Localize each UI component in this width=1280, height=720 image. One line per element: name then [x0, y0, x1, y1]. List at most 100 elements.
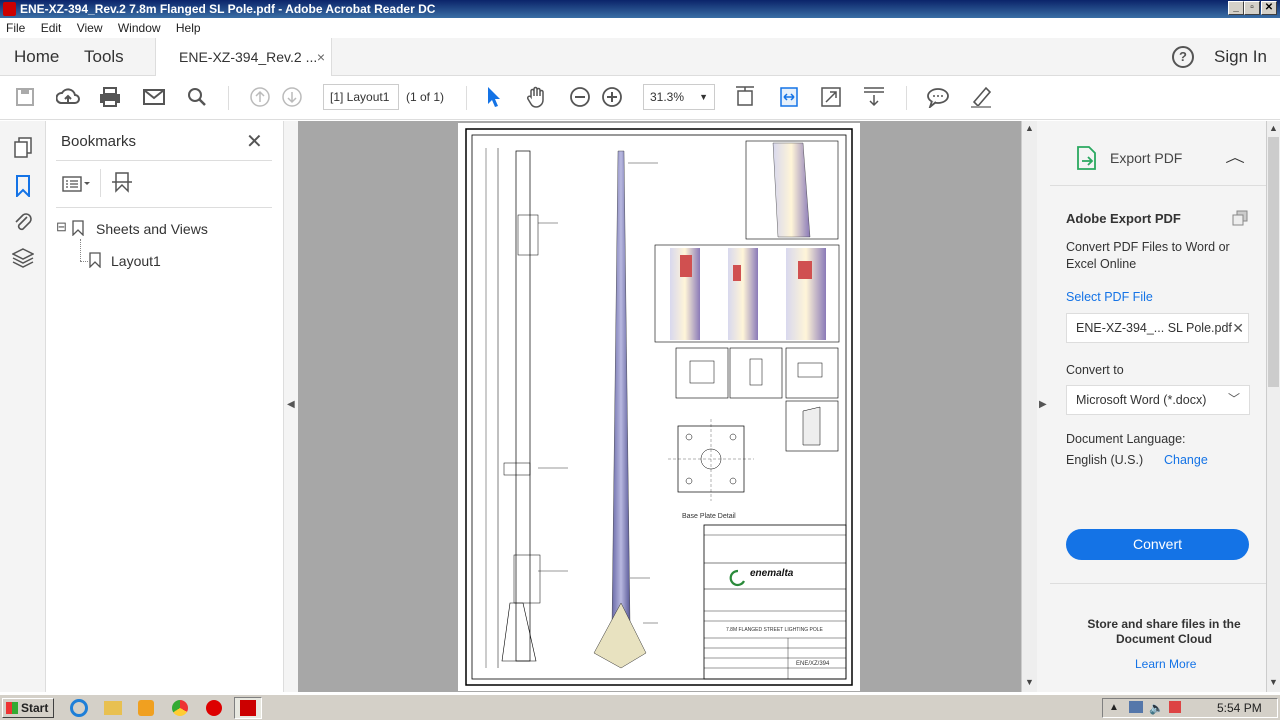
panel-divider [56, 207, 272, 208]
folder-icon[interactable] [104, 701, 122, 715]
volume-icon[interactable]: 🔈 [1149, 699, 1164, 717]
hand-tool-icon[interactable] [524, 84, 550, 110]
save-icon[interactable] [12, 84, 38, 110]
left-splitter[interactable]: ◀ [284, 121, 298, 692]
next-page-icon[interactable] [279, 84, 305, 110]
menu-view[interactable]: View [77, 21, 103, 35]
comment-icon[interactable] [925, 84, 951, 110]
bookmarks-panel: Bookmarks ✕ ⊟ Sheets and Views Layout1 [46, 121, 284, 692]
help-icon[interactable]: ? [1172, 46, 1194, 68]
network-icon[interactable] [1129, 701, 1143, 713]
scroll-mode-icon[interactable] [861, 84, 887, 110]
fit-width-icon[interactable] [776, 84, 802, 110]
left-navigation-rail [0, 121, 46, 692]
right-splitter[interactable]: ▶ [1037, 121, 1050, 692]
chevron-down-icon: ﹀ [1227, 392, 1240, 406]
zoom-in-icon[interactable] [599, 84, 625, 110]
collapse-left-icon[interactable]: ◀ [287, 399, 295, 410]
opera-icon[interactable] [206, 700, 222, 716]
chevron-up-icon[interactable]: ︿ [1225, 147, 1245, 167]
menu-edit[interactable]: Edit [41, 21, 62, 35]
menu-file[interactable]: File [6, 21, 25, 35]
page-number-field[interactable]: [1] Layout1 [323, 84, 399, 110]
select-cursor-icon[interactable] [481, 84, 507, 110]
print-icon[interactable] [97, 84, 123, 110]
close-window-button[interactable]: ✕ [1261, 1, 1277, 15]
tab-bar: Home Tools ENE-XZ-394_Rev.2 ... × ? Sign… [0, 38, 1280, 77]
tree-line [80, 239, 81, 261]
clear-file-icon[interactable]: ✕ [1232, 314, 1244, 342]
previous-page-icon[interactable] [247, 84, 273, 110]
media-player-icon[interactable] [138, 700, 154, 716]
adobe-export-heading: Adobe Export PDF [1066, 211, 1181, 226]
format-select-value: Microsoft Word (*.docx) [1076, 393, 1207, 407]
restore-button[interactable]: ▫ [1244, 1, 1260, 15]
format-select[interactable]: Microsoft Word (*.docx) ﹀ [1066, 385, 1250, 415]
menu-help[interactable]: Help [176, 21, 201, 35]
email-icon[interactable] [141, 84, 167, 110]
select-pdf-file-link[interactable]: Select PDF File [1066, 290, 1153, 304]
start-button[interactable]: Start [2, 698, 54, 718]
document-scrollbar[interactable]: ▲ ▼ [1021, 121, 1037, 692]
pdf-page[interactable]: enemalta Base Plate Detail 7.8M FLANGED … [458, 123, 860, 691]
tab-home[interactable]: Home [14, 47, 59, 67]
panel-divider [1050, 185, 1266, 186]
document-cloud-promo: Store and share files in the Document Cl… [1087, 617, 1241, 646]
bookmark-icon[interactable] [10, 175, 36, 201]
learn-more-link[interactable]: Learn More [1135, 657, 1196, 671]
menu-window[interactable]: Window [118, 21, 161, 35]
scroll-thumb[interactable] [1268, 137, 1279, 387]
toolbar-divider [466, 86, 467, 110]
fit-page-icon[interactable] [732, 84, 758, 110]
close-panel-icon[interactable]: ✕ [246, 129, 263, 154]
scroll-down-icon[interactable]: ▼ [1269, 677, 1278, 687]
zoom-out-icon[interactable] [567, 84, 593, 110]
bookmark-sheets-and-views[interactable]: Sheets and Views [96, 221, 208, 237]
convert-button[interactable]: Convert [1066, 529, 1249, 560]
document-language-label: Document Language: [1066, 432, 1186, 446]
tree-collapse-toggle[interactable]: ⊟ [56, 219, 67, 235]
toolbar-divider [228, 86, 229, 110]
bookmark-layout1[interactable]: Layout1 [111, 253, 161, 269]
scroll-down-icon[interactable]: ▼ [1025, 677, 1034, 687]
change-language-link[interactable]: Change [1164, 453, 1208, 467]
export-pdf-icon [1076, 145, 1098, 170]
ie-icon[interactable] [70, 699, 88, 717]
page-thumbnails-icon[interactable] [10, 137, 36, 163]
copy-icon[interactable] [1232, 210, 1248, 226]
new-bookmark-icon[interactable] [110, 171, 134, 195]
security-alert-icon[interactable] [1169, 701, 1181, 713]
page-count: (1 of 1) [406, 90, 445, 104]
windows-logo-icon [6, 702, 18, 714]
tray-expand-icon[interactable]: ▲ [1109, 699, 1119, 717]
window-title: ENE-XZ-394_Rev.2 7.8m Flanged SL Pole.pd… [20, 2, 436, 16]
export-pdf-header: Export PDF [1110, 150, 1183, 166]
selected-file-field[interactable]: ENE-XZ-394_... SL Pole.pdf ✕ [1066, 313, 1249, 343]
sign-in-link[interactable]: Sign In [1214, 47, 1267, 67]
attachment-icon[interactable] [10, 211, 36, 237]
full-screen-icon[interactable] [818, 84, 844, 110]
layers-icon[interactable] [10, 247, 36, 273]
bookmark-options-icon[interactable] [62, 174, 94, 194]
panel-divider [100, 169, 101, 197]
minimize-button[interactable]: _ [1228, 1, 1244, 15]
close-tab-button[interactable]: × [317, 38, 325, 76]
upload-cloud-icon[interactable] [55, 84, 81, 110]
tree-line [80, 261, 88, 262]
search-icon[interactable] [184, 84, 210, 110]
scroll-up-icon[interactable]: ▲ [1025, 123, 1034, 133]
acrobat-taskbar-button[interactable] [234, 697, 262, 719]
zoom-level-select[interactable]: 31.3% ▼ [643, 84, 715, 110]
panel-scrollbar[interactable]: ▲ ▼ [1266, 121, 1280, 692]
highlight-pen-icon[interactable] [968, 84, 994, 110]
main-toolbar: [1] Layout1 (1 of 1) 31.3% ▼ [0, 76, 1280, 120]
bookmarks-title: Bookmarks [61, 133, 137, 150]
tab-tools[interactable]: Tools [84, 47, 124, 67]
clock[interactable]: 5:54 PM [1217, 699, 1262, 717]
tab-document[interactable]: ENE-XZ-394_Rev.2 ... × [155, 38, 332, 77]
scroll-up-icon[interactable]: ▲ [1269, 123, 1278, 133]
chrome-icon[interactable] [172, 700, 188, 716]
engineering-drawing [465, 128, 853, 686]
acrobat-app-icon [3, 2, 16, 16]
collapse-right-icon[interactable]: ▶ [1039, 399, 1047, 410]
